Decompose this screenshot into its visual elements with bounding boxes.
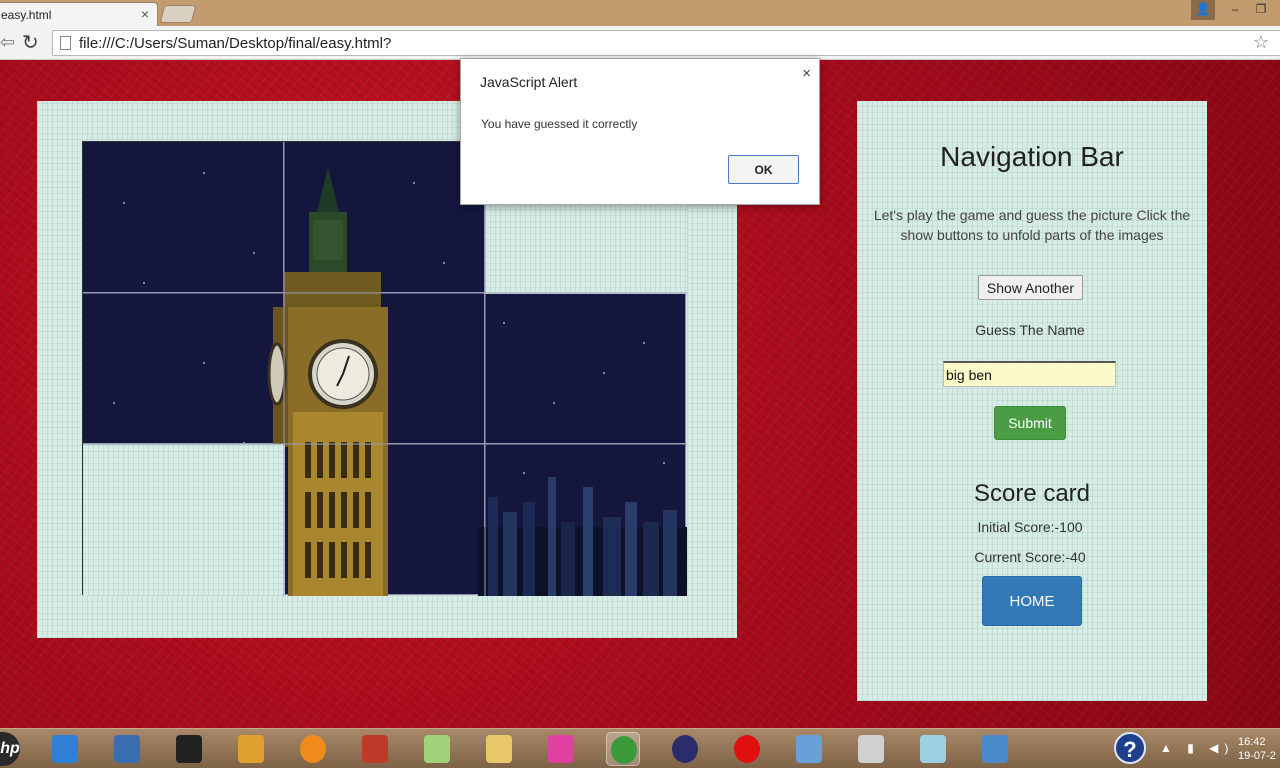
puzzle-tile (284, 293, 485, 444)
alert-message: You have guessed it correctly (481, 117, 638, 131)
star-dot (443, 262, 445, 264)
puzzle-tile (485, 293, 686, 444)
show-another-button[interactable]: Show Another (978, 275, 1083, 300)
folder-icon-glyph (486, 735, 512, 763)
clock-date: 19-07-2 (1238, 750, 1276, 762)
javascript-alert-dialog: JavaScript Alert × You have guessed it c… (460, 58, 820, 205)
tab-title: easy.html (1, 8, 52, 22)
star-dot (203, 172, 205, 174)
new-tab-button[interactable] (159, 5, 197, 23)
puzzle-app-icon-glyph (362, 735, 388, 763)
orange-app-icon[interactable] (296, 732, 330, 766)
initial-score: Initial Score:-100 (977, 519, 1083, 535)
puzzle-tile (284, 142, 485, 293)
tab-easy-html[interactable]: easy.html × (0, 2, 158, 26)
star-dot (643, 342, 645, 344)
submit-button[interactable]: Submit (994, 406, 1066, 440)
minimize-button[interactable]: – (1226, 0, 1244, 20)
browser-toolbar: ⇦ ↻ file:///C:/Users/Suman/Desktop/final… (0, 26, 1280, 60)
virtualbox-icon-glyph (796, 735, 822, 763)
folder-icon[interactable] (482, 732, 516, 766)
puzzle-tile (83, 142, 284, 293)
rocket-icon-glyph (52, 735, 78, 763)
navigation-panel: Navigation Bar Let's play the game and g… (857, 101, 1207, 701)
chrome-icon-glyph (611, 736, 637, 764)
star-dot (413, 182, 415, 184)
navigation-title: Navigation Bar (940, 141, 1124, 172)
system-tray[interactable]: ▲ ▮ ◀) (1160, 741, 1234, 755)
kmplayer-icon[interactable] (110, 732, 144, 766)
game-instructions: Let's play the game and guess the pictur… (873, 207, 1191, 243)
star-dot (203, 362, 205, 364)
screen-app-icon-glyph (982, 735, 1008, 763)
star-dot (553, 402, 555, 404)
rocket-icon[interactable] (48, 732, 82, 766)
tab-strip: easy.html × 👤 – ❐ (0, 0, 1280, 26)
guess-input[interactable] (943, 361, 1116, 387)
notepad-icon[interactable] (916, 732, 950, 766)
browser-app-icon-glyph (858, 735, 884, 763)
bookmark-star-icon[interactable]: ☆ (1253, 32, 1269, 53)
eclipse-icon[interactable] (668, 732, 702, 766)
camera-icon[interactable] (172, 732, 206, 766)
clock[interactable]: 16:42 19-07-2 (1238, 735, 1276, 763)
address-bar[interactable]: file:///C:/Users/Suman/Desktop/final/eas… (52, 30, 1280, 56)
picture-puzzle-grid (82, 141, 687, 596)
restore-button[interactable]: ❐ (1252, 0, 1270, 20)
kmplayer-icon-glyph (114, 735, 140, 763)
star-dot (523, 472, 525, 474)
star-dot (383, 332, 385, 334)
notepad-icon-glyph (920, 735, 946, 763)
notes-icon[interactable] (420, 732, 454, 766)
virtualbox-icon[interactable] (792, 732, 826, 766)
start-button[interactable]: hp (0, 732, 20, 766)
vodafone-icon-glyph (734, 735, 760, 763)
taskbar: hp ? ▲ ▮ ◀) 16:42 19-07-2 (0, 728, 1280, 768)
puzzle-tile (284, 444, 485, 595)
star-dot (253, 252, 255, 254)
music-app-icon[interactable] (544, 732, 578, 766)
star-dot (603, 372, 605, 374)
back-arrow-icon[interactable]: ⇦ (0, 32, 15, 53)
url-text[interactable]: file:///C:/Users/Suman/Desktop/final/eas… (79, 35, 391, 52)
orange-app-icon-glyph (300, 735, 326, 763)
browser-app-icon[interactable] (854, 732, 888, 766)
close-icon[interactable]: × (802, 65, 811, 82)
eclipse-icon-glyph (672, 735, 698, 763)
guess-label: Guess The Name (975, 322, 1085, 338)
music-app-icon-glyph (548, 735, 574, 763)
media-player-icon-glyph (238, 735, 264, 763)
star-dot (663, 462, 665, 464)
profile-icon[interactable]: 👤 (1191, 0, 1215, 20)
vodafone-icon[interactable] (730, 732, 764, 766)
score-card-title: Score card (973, 480, 1091, 507)
tab-close-icon[interactable]: × (141, 6, 149, 22)
current-score: Current Score:-40 (974, 549, 1086, 565)
ok-button[interactable]: OK (728, 155, 799, 184)
chrome-icon[interactable] (606, 732, 640, 766)
home-button[interactable]: HOME (982, 576, 1082, 626)
star-dot (113, 402, 115, 404)
media-player-icon[interactable] (234, 732, 268, 766)
page-icon (60, 36, 71, 50)
help-icon[interactable]: ? (1114, 732, 1146, 764)
reload-icon[interactable]: ↻ (22, 30, 39, 55)
alert-title: JavaScript Alert (480, 74, 578, 90)
star-dot (143, 282, 145, 284)
clock-time: 16:42 (1238, 736, 1266, 748)
puzzle-tile (485, 444, 686, 595)
notes-icon-glyph (424, 735, 450, 763)
star-dot (123, 202, 125, 204)
star-dot (503, 322, 505, 324)
puzzle-app-icon[interactable] (358, 732, 392, 766)
puzzle-tile (83, 293, 284, 444)
screen-app-icon[interactable] (978, 732, 1012, 766)
hidden-tile-mask (83, 444, 285, 596)
camera-icon-glyph (176, 735, 202, 763)
